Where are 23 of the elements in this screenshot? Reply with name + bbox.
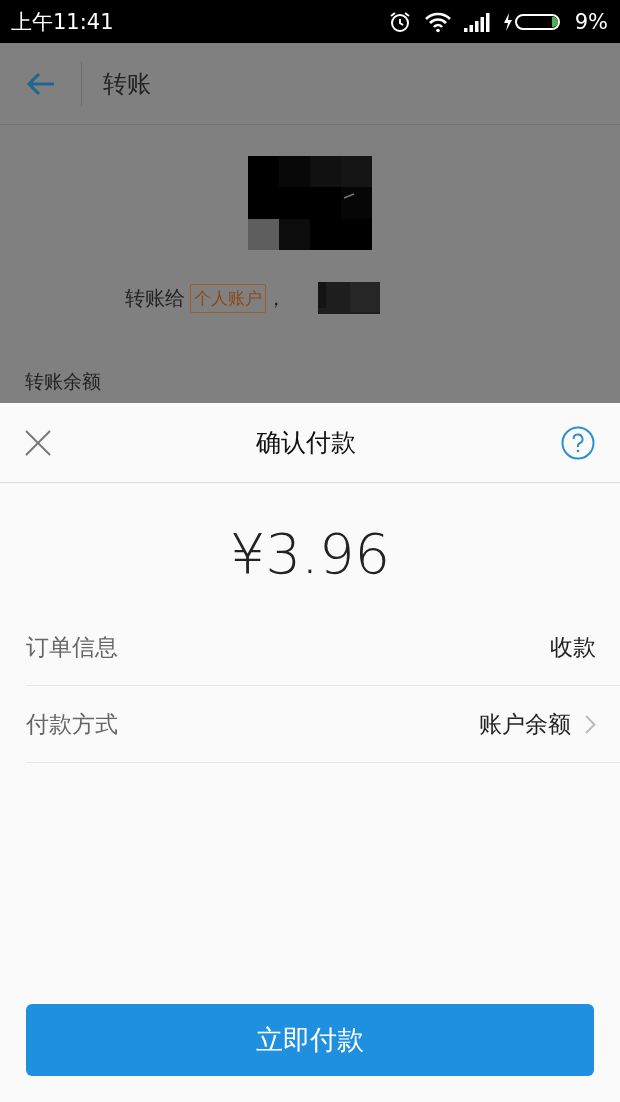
help-button[interactable] — [561, 425, 595, 460]
close-icon — [25, 429, 51, 456]
wifi-icon — [423, 10, 452, 33]
page-title: 转账 — [103, 68, 151, 100]
separator-text: ， — [266, 284, 286, 312]
account-type-tag: 个人账户 — [190, 283, 266, 313]
clock-time: 上午11:41 — [11, 8, 114, 36]
signal-icon — [463, 11, 491, 32]
sheet-title: 确认付款 — [256, 427, 356, 459]
recipient-label: 转账给 — [125, 284, 185, 312]
payment-method-row[interactable]: 付款方式 账户余额 — [26, 686, 620, 763]
row-value: 收款 — [550, 632, 596, 662]
back-arrow-icon — [25, 71, 56, 96]
chevron-right-icon — [585, 714, 596, 734]
help-icon — [561, 425, 595, 460]
amount-label: 转账余额 — [25, 369, 102, 394]
row-label: 订单信息 — [26, 632, 118, 662]
close-button[interactable] — [25, 429, 51, 456]
row-value: 账户余额 — [479, 709, 571, 739]
battery-charging-icon — [502, 11, 563, 32]
payment-amount: ¥3.96 — [229, 521, 391, 588]
battery-percent: 9% — [574, 9, 608, 34]
row-label: 付款方式 — [26, 709, 118, 739]
